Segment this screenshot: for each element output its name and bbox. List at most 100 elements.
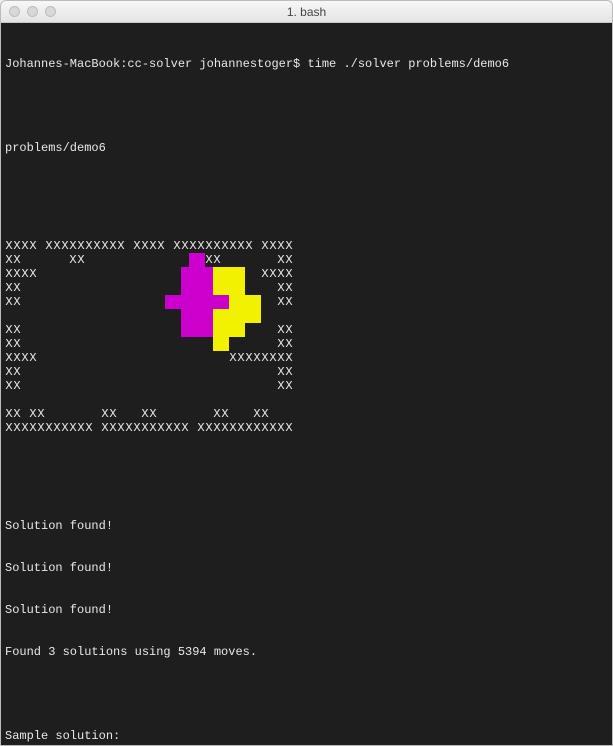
grid-cell bbox=[61, 379, 69, 393]
grid-cell: X bbox=[29, 239, 37, 253]
grid-cell: X bbox=[285, 253, 293, 267]
grid-cell bbox=[93, 365, 101, 379]
grid-cell bbox=[125, 407, 133, 421]
grid-cell: X bbox=[261, 351, 269, 365]
grid-row: XX XX XX XX XX XX bbox=[5, 407, 608, 421]
grid-cell bbox=[205, 393, 213, 407]
grid-cell bbox=[245, 281, 253, 295]
grid-cell bbox=[45, 365, 53, 379]
grid-cell bbox=[221, 267, 229, 281]
grid-cell: X bbox=[13, 253, 21, 267]
grid-cell bbox=[221, 309, 229, 323]
grid-cell bbox=[117, 253, 125, 267]
grid-cell bbox=[197, 309, 205, 323]
grid-cell: X bbox=[77, 253, 85, 267]
grid-cell bbox=[141, 309, 149, 323]
zoom-icon[interactable] bbox=[45, 6, 56, 17]
grid-cell bbox=[141, 351, 149, 365]
grid-cell: X bbox=[77, 421, 85, 435]
grid-cell: X bbox=[5, 267, 13, 281]
minimize-icon[interactable] bbox=[27, 6, 38, 17]
grid-cell bbox=[213, 337, 221, 351]
prompt-line: Johannes-MacBook:cc-solver johannestoger… bbox=[5, 57, 608, 71]
grid-cell: X bbox=[21, 421, 29, 435]
grid-cell: X bbox=[213, 239, 221, 253]
grid-cell bbox=[77, 281, 85, 295]
grid-cell bbox=[37, 351, 45, 365]
grid-cell bbox=[197, 379, 205, 393]
grid-cell bbox=[125, 365, 133, 379]
grid-cell bbox=[221, 379, 229, 393]
grid-cell bbox=[125, 379, 133, 393]
grid-cell bbox=[125, 281, 133, 295]
grid-cell bbox=[133, 407, 141, 421]
grid-cell bbox=[269, 393, 277, 407]
grid-cell: X bbox=[285, 379, 293, 393]
grid-cell: X bbox=[69, 421, 77, 435]
grid-cell: X bbox=[261, 421, 269, 435]
grid-cell bbox=[173, 365, 181, 379]
grid-cell bbox=[245, 379, 253, 393]
grid-cell bbox=[213, 351, 221, 365]
grid-row: XXXX XXXX bbox=[5, 267, 608, 281]
grid-cell bbox=[197, 253, 205, 267]
grid-cell: X bbox=[181, 239, 189, 253]
grid-row: XX XX bbox=[5, 365, 608, 379]
grid-cell bbox=[61, 253, 69, 267]
grid-cell: X bbox=[285, 351, 293, 365]
grid-cell bbox=[109, 323, 117, 337]
grid-cell bbox=[237, 309, 245, 323]
grid-cell bbox=[117, 267, 125, 281]
grid-cell bbox=[77, 267, 85, 281]
grid-cell bbox=[37, 379, 45, 393]
grid-cell bbox=[109, 393, 117, 407]
grid-cell bbox=[205, 365, 213, 379]
grid-cell bbox=[61, 407, 69, 421]
grid-cell bbox=[189, 379, 197, 393]
output-solution-found: Solution found! bbox=[5, 603, 608, 617]
grid-cell: X bbox=[285, 295, 293, 309]
grid-cell bbox=[221, 365, 229, 379]
close-icon[interactable] bbox=[9, 6, 20, 17]
grid-cell bbox=[181, 281, 189, 295]
grid-cell: X bbox=[141, 239, 149, 253]
grid-cell bbox=[125, 351, 133, 365]
grid-cell: X bbox=[277, 295, 285, 309]
grid-cell bbox=[205, 351, 213, 365]
grid-cell: X bbox=[253, 351, 261, 365]
grid-row: XXXX XXXXXXXXXX XXXX XXXXXXXXXX XXXX bbox=[5, 239, 608, 253]
titlebar[interactable]: 1. bash bbox=[1, 1, 612, 23]
grid-cell bbox=[61, 323, 69, 337]
grid-cell bbox=[117, 407, 125, 421]
grid-cell: X bbox=[245, 239, 253, 253]
grid-cell bbox=[261, 337, 269, 351]
grid-cell: X bbox=[277, 379, 285, 393]
grid-cell bbox=[101, 295, 109, 309]
grid-cell: X bbox=[5, 239, 13, 253]
grid-cell bbox=[173, 393, 181, 407]
grid-cell bbox=[21, 323, 29, 337]
grid-cell bbox=[61, 393, 69, 407]
grid-cell bbox=[197, 337, 205, 351]
grid-cell bbox=[61, 267, 69, 281]
grid-cell bbox=[173, 267, 181, 281]
grid-cell bbox=[261, 309, 269, 323]
grid-cell bbox=[21, 379, 29, 393]
grid-cell bbox=[253, 253, 261, 267]
grid-cell bbox=[37, 337, 45, 351]
grid-cell: X bbox=[149, 239, 157, 253]
grid-cell bbox=[85, 253, 93, 267]
blank-line bbox=[5, 687, 608, 701]
grid-cell bbox=[53, 309, 61, 323]
blank-line bbox=[5, 183, 608, 197]
grid-cell bbox=[93, 379, 101, 393]
terminal-body[interactable]: Johannes-MacBook:cc-solver johannestoger… bbox=[1, 23, 612, 745]
grid-cell bbox=[141, 393, 149, 407]
grid-cell: X bbox=[285, 421, 293, 435]
grid-cell bbox=[165, 267, 173, 281]
grid-cell bbox=[53, 253, 61, 267]
grid-cell bbox=[173, 337, 181, 351]
grid-cell bbox=[125, 393, 133, 407]
grid-cell bbox=[69, 323, 77, 337]
grid-cell bbox=[77, 323, 85, 337]
